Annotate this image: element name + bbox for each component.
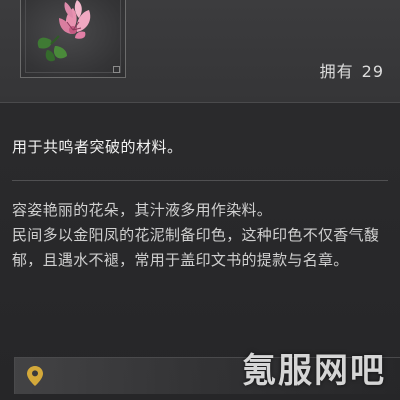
item-lore: 容姿艳丽的花朵，其汁液多用作染料。 民间多以金阳凤的花泥制备印色，这种印色不仅香…	[12, 198, 392, 273]
item-detail-panel: 拥有 29 用于共鸣者突破的材料。 容姿艳丽的花朵，其汁液多用作染料。 民间多以金…	[0, 0, 400, 400]
map-pin-icon	[27, 366, 43, 386]
pink-flower-icon	[37, 0, 91, 62]
item-header: 拥有 29	[0, 0, 400, 102]
item-thumbnail[interactable]	[20, 0, 126, 78]
section-divider	[12, 180, 388, 181]
owned-label: 拥有	[319, 62, 354, 81]
header-divider	[0, 102, 400, 103]
item-usage-text: 用于共鸣者突破的材料。	[12, 138, 183, 156]
owned-count: 拥有 29	[320, 58, 384, 82]
owned-number: 29	[361, 62, 384, 81]
watermark: 氪服网吧	[242, 351, 386, 391]
corner-mark-icon	[113, 66, 120, 73]
lore-line: 容姿艳丽的花朵，其汁液多用作染料。	[12, 201, 273, 219]
lore-line: 民间多以金阳凤的花泥制备印色，这种印色不仅香气馥郁，且遇水不褪，常用于盖印文书的…	[12, 226, 380, 269]
